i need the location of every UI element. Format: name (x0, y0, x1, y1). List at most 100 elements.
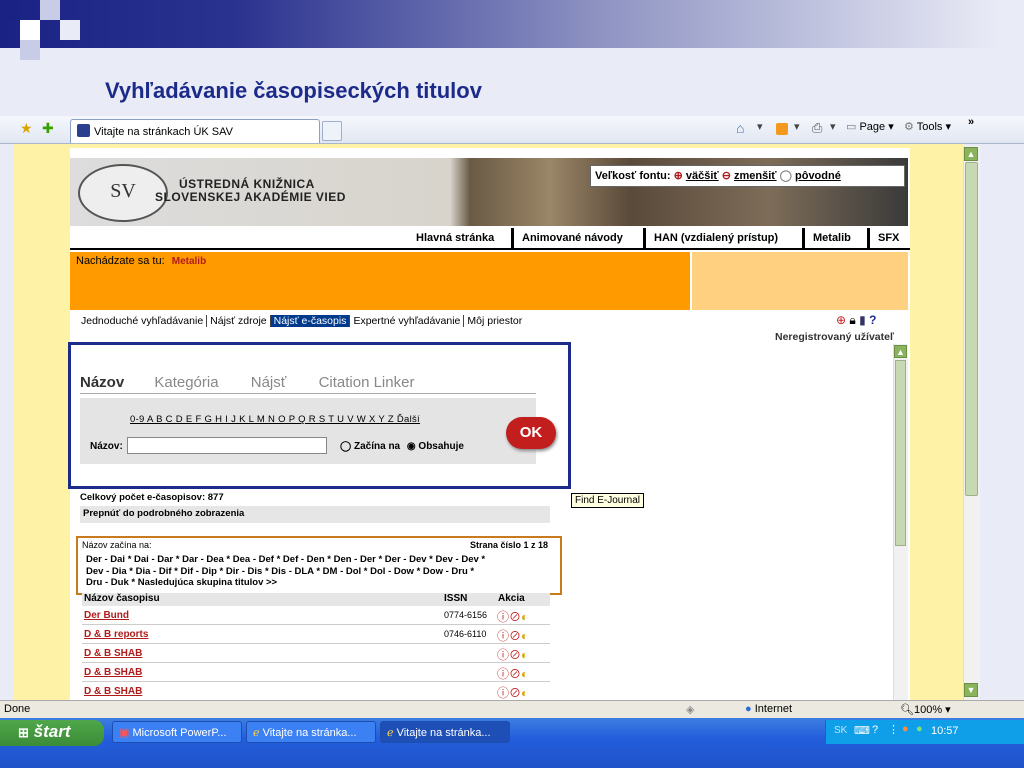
nav-sfx[interactable]: SFX (867, 228, 907, 250)
frame-scroll-up-button[interactable]: ▲ (894, 345, 907, 358)
journal-title-link[interactable]: D & B reports (84, 629, 148, 640)
switch-detailed-view[interactable]: Prepnúť do podrobného zobrazenia (80, 506, 550, 523)
status-text: Done (4, 703, 31, 715)
search-type-tabs: Názov Kategória Nájsť Citation Linker (80, 374, 414, 391)
radio-contains[interactable]: ◉ (407, 441, 416, 452)
keyboard-icon[interactable]: ⌨ (854, 724, 870, 737)
taskbar-item-label: Microsoft PowerP... (132, 727, 227, 739)
action-icons[interactable]: ⓘ⊘◐ (497, 627, 528, 644)
gear-icon: ⚙ (904, 121, 914, 133)
rss-feed-icon[interactable] (776, 123, 788, 135)
location-bar-right (692, 252, 908, 310)
browser-tab[interactable]: Vitajte na stránkach ÚK SAV (70, 119, 320, 143)
alphabet-index[interactable]: 0-9 A B C D E F G H I J K L M N O P Q R … (130, 414, 420, 425)
taskbar-item-ie-2[interactable]: ℯ Vitajte na stránka... (380, 721, 510, 743)
new-tab-button[interactable] (322, 121, 342, 141)
security-center-icon[interactable]: ● (916, 723, 923, 735)
tab-find-resources[interactable]: Nájsť zdroje (207, 315, 271, 327)
nav-han-remote-access[interactable]: HAN (vzdialený prístup) (643, 228, 786, 250)
tab-my-space[interactable]: Môj priestor (464, 315, 525, 327)
letter-range-line-3[interactable]: Dru - Duk * Nasledujúca skupina titulov … (86, 577, 546, 589)
tab-expert-search[interactable]: Expertné vyhľadávanie (350, 315, 465, 327)
powerpoint-icon: ▣ (119, 727, 130, 739)
font-bigger-link[interactable]: väčšiť (686, 170, 719, 182)
taskbar-item-powerpoint[interactable]: ▣ Microsoft PowerP... (112, 721, 242, 743)
slide-title: Vyhľadávanie časopiseckých titulov (105, 78, 482, 103)
ie-icon: ℯ (387, 727, 394, 739)
title-input[interactable] (127, 437, 327, 454)
letter-ranges-header: Názov začína na: Strana číslo 1 z 18 (82, 540, 548, 550)
logout-icon[interactable]: ▮ (859, 313, 866, 327)
nav-home[interactable]: Hlavná stránka (408, 228, 502, 250)
unregistered-user: Neregistrovaný užívateľ (775, 331, 895, 343)
journal-title-link[interactable]: D & B SHAB (84, 648, 142, 659)
deco-square (60, 20, 80, 40)
tab-simple-search[interactable]: Jednoduché vyhľadávanie (78, 315, 208, 327)
frame-scrollbar-thumb[interactable] (895, 360, 906, 546)
help-tray-icon[interactable]: ? (872, 724, 878, 736)
journal-title-link[interactable]: D & B SHAB (84, 667, 142, 678)
table-row: Der Bund 0774-6156 ⓘ⊘◐ (82, 606, 550, 625)
total-count: Celkový počet e-časopisov: 877 (80, 492, 224, 503)
network-icon[interactable]: ⋮ (888, 723, 899, 736)
taskbar-item-ie-1[interactable]: ℯ Vitajte na stránka... (246, 721, 376, 743)
table-row: D & B SHAB ⓘ⊘◐ (82, 682, 550, 700)
taskbar-item-label: Vitajte na stránka... (396, 727, 491, 739)
search-tab-citation-linker[interactable]: Citation Linker (319, 374, 415, 391)
feed-dropdown-icon[interactable]: ▾ (794, 120, 800, 133)
favorites-star-icon[interactable]: ★ (20, 120, 33, 137)
help-icon[interactable]: ? (869, 313, 876, 327)
radio-starts-with[interactable]: ◯ (340, 441, 351, 452)
page-menu-button[interactable]: ▭ Page ▾ (846, 120, 894, 133)
action-icons[interactable]: ⓘ⊘◐ (497, 684, 528, 701)
logo-monogram: SV (110, 180, 136, 202)
site-nav: Hlavná stránka Animované návody HAN (vzd… (70, 228, 910, 250)
issn-value: 0774-6156 (444, 610, 488, 620)
zoom-control[interactable]: 🔍︎100% ▾ (900, 703, 951, 716)
action-icons[interactable]: ⓘ⊘◐ (497, 665, 528, 682)
search-tab-find[interactable]: Nájsť (251, 374, 287, 391)
print-dropdown-icon[interactable]: ▾ (830, 120, 836, 133)
table-row: D & B SHAB ⓘ⊘◐ (82, 663, 550, 682)
nav-animated-guides[interactable]: Animované návody (511, 228, 631, 250)
deco-square (20, 40, 40, 60)
zone-label: Internet (754, 703, 793, 715)
page-info: Strana číslo 1 z 18 (469, 540, 548, 550)
language-flag-icon[interactable]: ⊕ (836, 313, 846, 327)
tools-menu-label: Tools (916, 121, 943, 133)
journal-title-link[interactable]: Der Bund (84, 610, 129, 621)
font-smaller-link[interactable]: zmenšiť (734, 170, 777, 182)
start-button[interactable]: ⊞ štart (0, 720, 104, 746)
nav-metalib[interactable]: Metalib (802, 228, 859, 250)
col-issn: ISSN (444, 593, 468, 604)
search-tab-title[interactable]: Názov (80, 374, 124, 391)
scroll-up-button[interactable]: ▲ (964, 147, 978, 161)
tab-find-ejournal[interactable]: Nájsť e-časopis (270, 315, 351, 327)
font-original-link[interactable]: pôvodné (795, 170, 841, 182)
location-value[interactable]: Metalib (172, 256, 206, 267)
ok-button[interactable]: OK (506, 417, 556, 449)
home-dropdown-icon[interactable]: ▾ (757, 120, 763, 133)
journal-title-link[interactable]: D & B SHAB (84, 686, 142, 697)
home-icon[interactable]: ⌂ (736, 120, 744, 136)
col-journal-name: Názov časopisu (84, 593, 160, 604)
scroll-down-button[interactable]: ▼ (964, 683, 978, 697)
title-label: Názov: (90, 441, 123, 452)
tools-menu-button[interactable]: ⚙ Tools ▾ (904, 120, 951, 133)
font-size-label: Veľkosť fontu: (595, 170, 671, 182)
add-favorites-icon[interactable]: ✚ (42, 120, 54, 137)
print-icon[interactable]: ⎙ (812, 120, 822, 136)
browser-scrollbar-thumb[interactable] (965, 162, 978, 496)
letter-range-line-1[interactable]: Der - Dai * Dai - Dar * Dar - Dea * Dea … (86, 554, 546, 566)
search-tab-category[interactable]: Kategória (154, 374, 218, 391)
language-indicator[interactable]: SK (834, 725, 847, 736)
slide-header-bar (0, 0, 1024, 48)
action-icons[interactable]: ⓘ⊘◐ (497, 608, 528, 625)
alert-icon[interactable]: ● (902, 723, 909, 735)
lock-icon[interactable]: 🔒︎ (849, 313, 855, 327)
action-icons[interactable]: ⓘ⊘◐ (497, 646, 528, 663)
deco-square (40, 0, 60, 20)
toolbar-overflow-button[interactable]: » (968, 116, 974, 128)
start-label: štart (33, 722, 71, 741)
letter-range-line-2[interactable]: Dev - Dia * Dia - Dif * Dif - Dip * Dir … (86, 566, 546, 578)
